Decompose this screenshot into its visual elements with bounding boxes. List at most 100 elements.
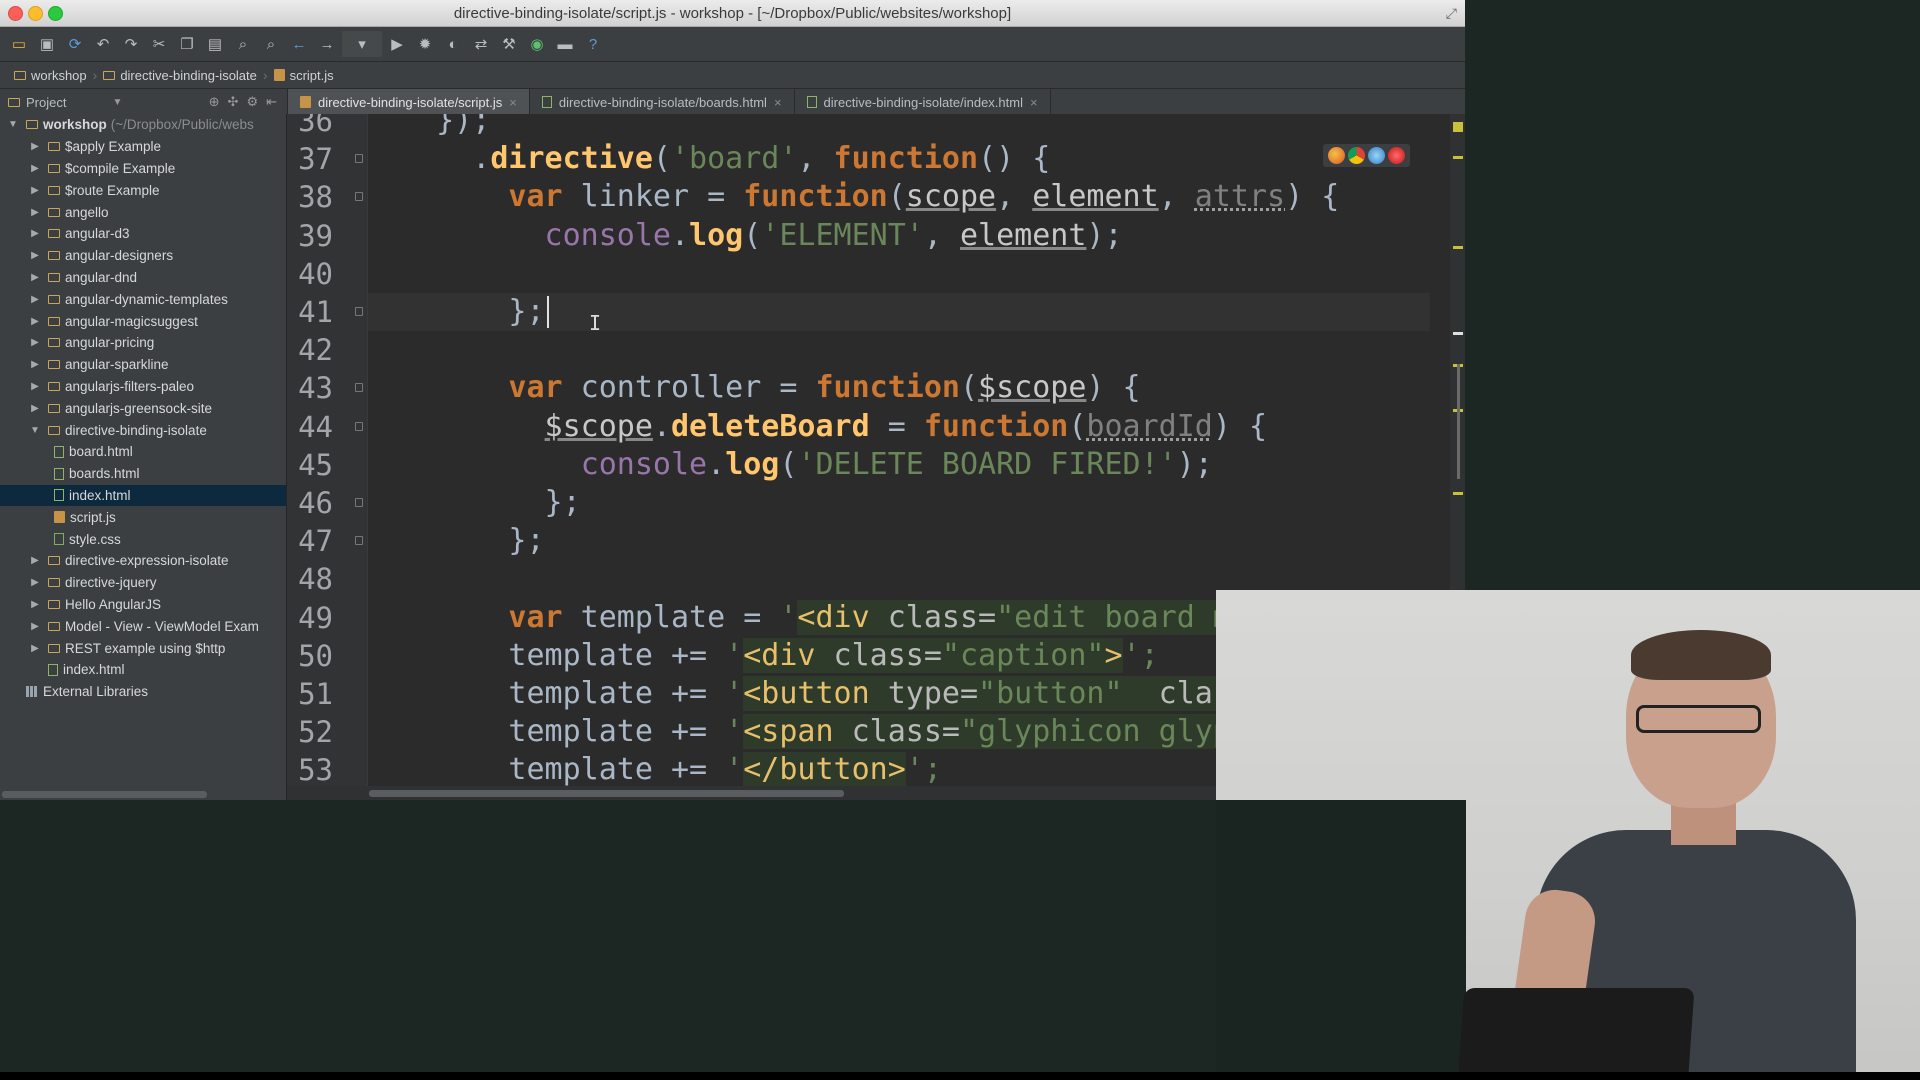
tab-script-js[interactable]: directive-binding-isolate/script.js × bbox=[288, 89, 530, 115]
run-icon[interactable]: ▶ bbox=[384, 31, 410, 57]
target-icon[interactable]: ⊕ bbox=[209, 94, 220, 110]
tree-item[interactable]: ▶ directive-jquery bbox=[0, 572, 286, 594]
tree-item[interactable]: ▶ angular-dynamic-templates bbox=[0, 288, 286, 310]
chevron-down-icon[interactable]: ▼ bbox=[28, 425, 42, 436]
tree-item[interactable]: board.html bbox=[0, 441, 286, 463]
undo-icon[interactable]: ↶ bbox=[90, 31, 116, 57]
warning-marker[interactable] bbox=[1453, 246, 1463, 249]
hide-icon[interactable]: ⇤ bbox=[266, 94, 277, 110]
fold-marker-icon[interactable] bbox=[355, 421, 363, 431]
chevron-right-icon[interactable]: ▶ bbox=[28, 272, 42, 283]
tree-item[interactable]: script.js bbox=[0, 506, 286, 528]
close-icon[interactable]: × bbox=[509, 95, 517, 110]
replace-icon[interactable]: ⌕ bbox=[258, 31, 284, 57]
warning-marker[interactable] bbox=[1453, 156, 1463, 159]
chevron-right-icon[interactable]: ▶ bbox=[28, 599, 42, 610]
chevron-right-icon[interactable]: ▶ bbox=[28, 577, 42, 588]
chevron-right-icon[interactable]: ▶ bbox=[28, 141, 42, 152]
chrome-icon[interactable] bbox=[1348, 147, 1365, 164]
tree-item[interactable]: style.css bbox=[0, 528, 286, 550]
paste-icon[interactable]: ▤ bbox=[202, 31, 228, 57]
opera-icon[interactable] bbox=[1388, 147, 1405, 164]
tree-item[interactable]: ▶ REST example using $http bbox=[0, 637, 286, 659]
copy-icon[interactable]: ❐ bbox=[174, 31, 200, 57]
vcs-icon[interactable]: ⇄ bbox=[468, 31, 494, 57]
help-icon[interactable]: ? bbox=[580, 31, 606, 57]
run-config-dropdown-icon[interactable]: ▾ bbox=[342, 31, 382, 57]
breadcrumb-item-workshop[interactable]: workshop bbox=[8, 68, 93, 83]
open-folder-icon[interactable]: ▭ bbox=[6, 31, 32, 57]
chevron-right-icon[interactable]: ▶ bbox=[28, 163, 42, 174]
tree-item[interactable]: ▶ angularjs-filters-paleo bbox=[0, 376, 286, 398]
fold-marker-icon[interactable] bbox=[355, 154, 363, 164]
tree-item[interactable]: ▶ angular-designers bbox=[0, 245, 286, 267]
tree-item[interactable]: ▶ $route Example bbox=[0, 179, 286, 201]
scrollbar-thumb[interactable] bbox=[2, 791, 207, 798]
vertical-scrollbar-thumb[interactable] bbox=[1457, 364, 1460, 479]
chevron-right-icon[interactable]: ▶ bbox=[28, 381, 42, 392]
tree-item[interactable]: ▶ angular-magicsuggest bbox=[0, 310, 286, 332]
chevron-right-icon[interactable]: ▶ bbox=[28, 294, 42, 305]
chevron-right-icon[interactable]: ▶ bbox=[28, 359, 42, 370]
gear-icon[interactable]: ⚙ bbox=[246, 94, 258, 110]
tree-item[interactable]: ▶ angular-pricing bbox=[0, 332, 286, 354]
sync-icon[interactable]: ⟳ bbox=[62, 31, 88, 57]
fold-marker-icon[interactable] bbox=[355, 536, 363, 546]
fullscreen-icon[interactable]: ⤢ bbox=[1446, 5, 1457, 22]
tree-item[interactable]: index.html bbox=[0, 659, 286, 681]
coverage-icon[interactable]: ◐ bbox=[440, 31, 466, 57]
collapse-icon[interactable]: ✣ bbox=[228, 94, 239, 110]
fold-marker-icon[interactable] bbox=[355, 307, 363, 316]
tab-boards-html[interactable]: directive-binding-isolate/boards.html × bbox=[530, 89, 795, 115]
tree-item[interactable]: ▶ Model - View - ViewModel Exam bbox=[0, 615, 286, 637]
tree-item[interactable]: ▼ directive-binding-isolate bbox=[0, 419, 286, 441]
tree-item[interactable]: ▶ angularjs-greensock-site bbox=[0, 397, 286, 419]
firefox-icon[interactable] bbox=[1328, 147, 1345, 164]
chevron-right-icon[interactable]: ▶ bbox=[28, 228, 42, 239]
chevron-right-icon[interactable]: ▶ bbox=[28, 337, 42, 348]
breadcrumb-item-script-js[interactable]: script.js bbox=[268, 68, 340, 83]
find-icon[interactable]: ⌕ bbox=[230, 31, 256, 57]
save-icon[interactable]: ▣ bbox=[34, 31, 60, 57]
tree-item[interactable]: External Libraries bbox=[0, 681, 286, 703]
chevron-right-icon[interactable]: ▶ bbox=[28, 643, 42, 654]
debug-icon[interactable]: ✹ bbox=[412, 31, 438, 57]
chevron-right-icon[interactable]: ▶ bbox=[28, 316, 42, 327]
tab-index-html[interactable]: directive-binding-isolate/index.html × bbox=[795, 89, 1051, 115]
tree-item[interactable]: boards.html bbox=[0, 463, 286, 485]
chevron-right-icon[interactable]: ▶ bbox=[28, 555, 42, 566]
chevron-right-icon[interactable]: ▶ bbox=[28, 403, 42, 414]
tree-item[interactable]: ▶ angello bbox=[0, 201, 286, 223]
tree-item[interactable]: index.html bbox=[0, 484, 286, 507]
tree-item[interactable]: ▶ directive-expression-isolate bbox=[0, 550, 286, 572]
redo-icon[interactable]: ↷ bbox=[118, 31, 144, 57]
scrollbar-thumb[interactable] bbox=[369, 790, 844, 797]
chevron-right-icon[interactable]: ▶ bbox=[28, 250, 42, 261]
fold-marker-icon[interactable] bbox=[355, 192, 363, 202]
plugin-icon[interactable]: ◉ bbox=[524, 31, 550, 57]
breadcrumb-item-directive-binding-isolate[interactable]: directive-binding-isolate bbox=[97, 68, 263, 83]
tree-item[interactable]: ▶ $apply Example bbox=[0, 136, 286, 158]
warning-marker[interactable] bbox=[1453, 492, 1463, 495]
tree-item[interactable]: ▶ angular-dnd bbox=[0, 267, 286, 289]
back-icon[interactable]: ← bbox=[286, 31, 312, 57]
sidebar-horizontal-scrollbar[interactable] bbox=[0, 788, 286, 800]
close-icon[interactable]: × bbox=[774, 95, 782, 110]
inspection-status-icon[interactable] bbox=[1453, 122, 1463, 132]
tree-item[interactable]: ▶ Hello AngularJS bbox=[0, 594, 286, 616]
fold-marker-icon[interactable] bbox=[355, 498, 363, 507]
project-panel-title[interactable]: Project bbox=[26, 95, 66, 110]
cut-icon[interactable]: ✂ bbox=[146, 31, 172, 57]
tree-item[interactable]: ▼ workshop (~/Dropbox/Public/webs bbox=[0, 114, 286, 136]
chevron-down-icon[interactable]: ▼ bbox=[112, 97, 122, 108]
safari-icon[interactable] bbox=[1368, 147, 1385, 164]
tree-item[interactable]: ▶ $compile Example bbox=[0, 158, 286, 180]
tree-item[interactable]: ▶ angular-sparkline bbox=[0, 354, 286, 376]
terminal-icon[interactable]: ▬ bbox=[552, 31, 578, 57]
chevron-right-icon[interactable]: ▶ bbox=[28, 207, 42, 218]
close-icon[interactable]: × bbox=[1030, 95, 1038, 110]
chevron-right-icon[interactable]: ▶ bbox=[28, 185, 42, 196]
fold-marker-icon[interactable] bbox=[355, 383, 363, 393]
forward-icon[interactable]: → bbox=[314, 31, 340, 57]
settings-icon[interactable]: ⚒ bbox=[496, 31, 522, 57]
